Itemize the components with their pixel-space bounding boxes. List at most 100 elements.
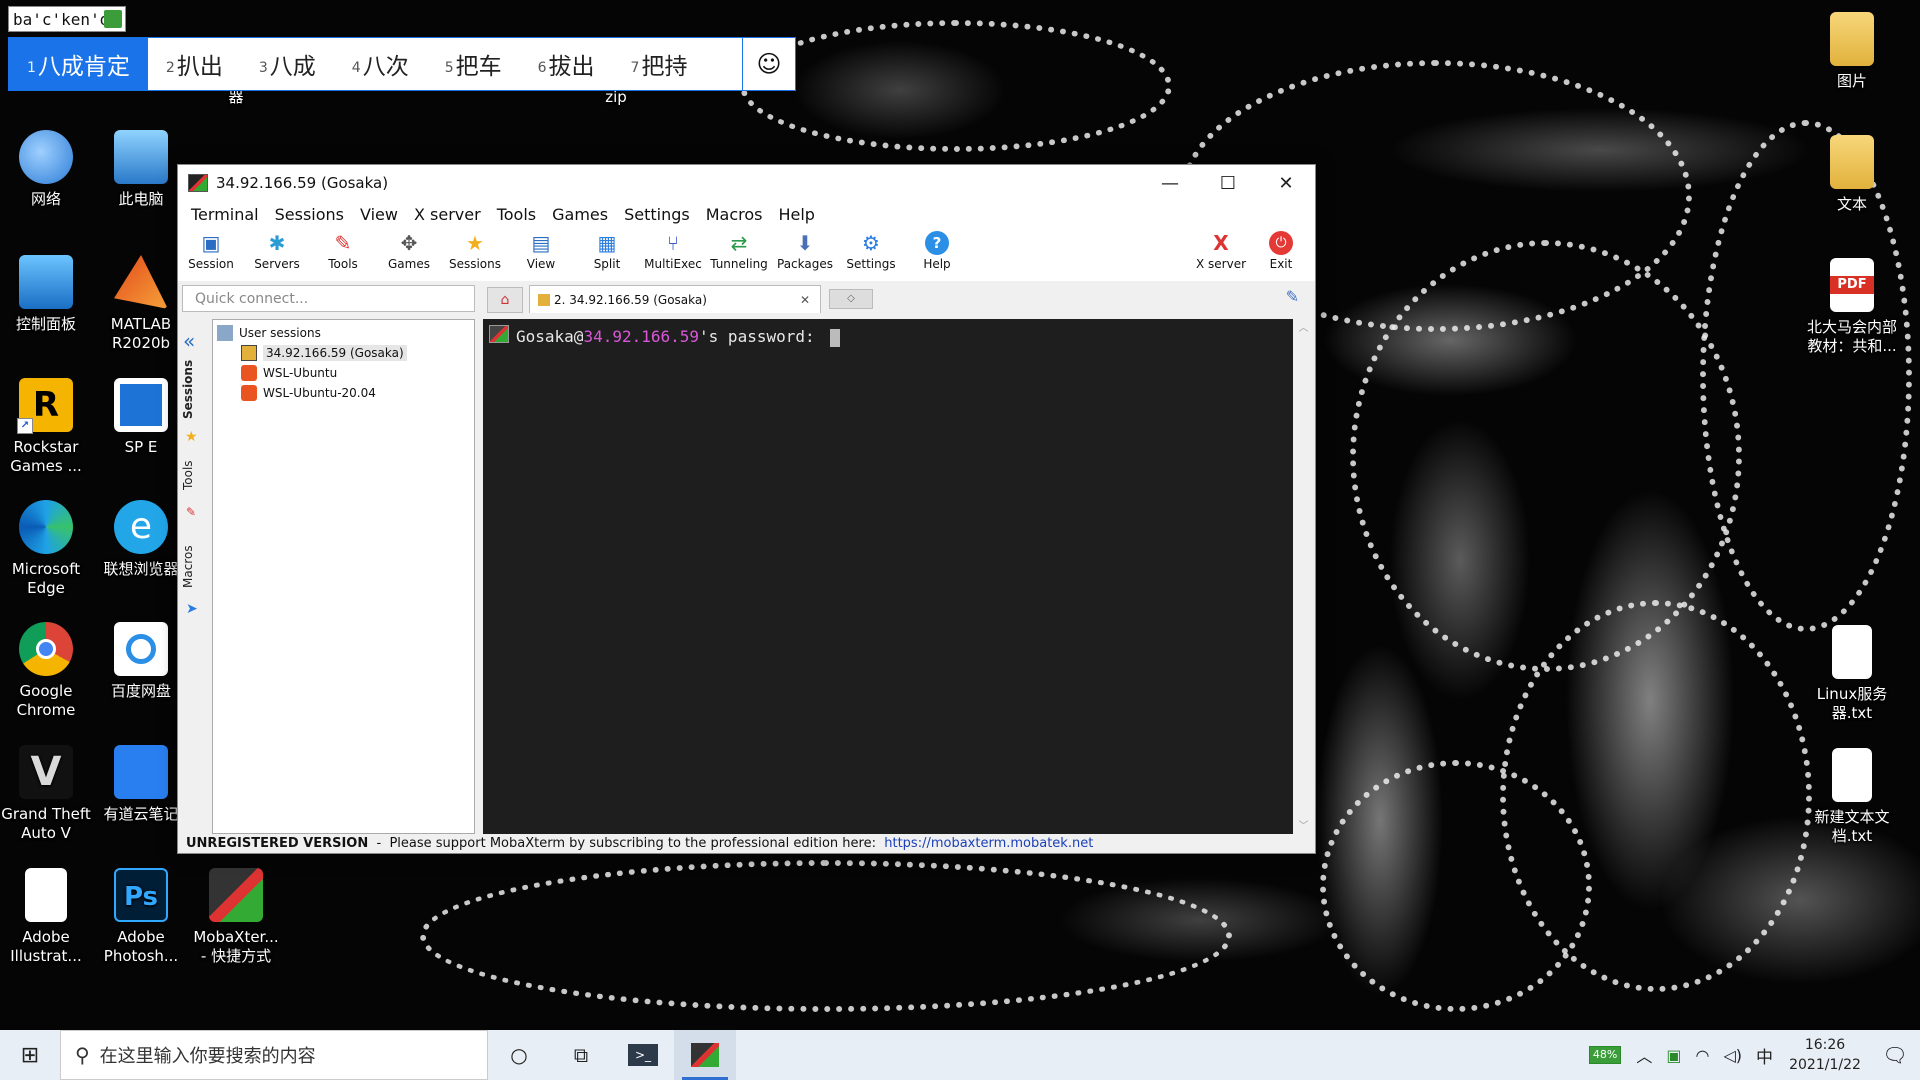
terminal-scrollbar[interactable]: ︿ ﹀ [1295,319,1312,834]
desktop-icon-gta5[interactable]: V Grand Theft Auto V [0,745,92,843]
toolbar-xserver-button[interactable]: X X server [1188,227,1254,271]
ime-indicator[interactable]: 中 [1756,1043,1773,1068]
desktop-icon-new-txt[interactable]: 新建文本文档.txt [1806,748,1898,846]
quick-connect-input[interactable]: Quick connect... [182,285,475,312]
emoji-icon[interactable]: ☺ [742,38,795,90]
menu-tools[interactable]: Tools [490,205,545,224]
battery-indicator[interactable]: 48% [1588,1046,1622,1064]
new-tab-button[interactable]: ◇ [829,289,873,309]
taskbar-mobaxterm-app[interactable] [674,1030,736,1080]
toolbar-split-button[interactable]: ▦ Split [574,227,640,271]
toolbar-servers-button[interactable]: ✱ Servers [244,227,310,271]
desktop-icon-matlab[interactable]: MATLAB R2020b [95,255,187,353]
desktop-icon-pictures[interactable]: 图片 [1806,12,1898,91]
ime-candidate[interactable]: 7 把持 [613,38,706,90]
app-tray-icon[interactable]: ▣ [1666,1046,1681,1065]
taskbar-search-box[interactable]: ⚲ 在这里输入你要搜索的内容 [60,1030,488,1080]
ime-candidate[interactable]: 1 八成肯定 [9,38,148,90]
toolbar-multiexec-button[interactable]: ⑂ MultiExec [640,227,706,271]
desktop-icon-baidu-netdisk[interactable]: 百度网盘 [95,622,187,701]
toolbar-label: Help [923,257,951,271]
toolbar-packages-button[interactable]: ⬇ Packages [772,227,838,271]
menu-terminal[interactable]: Terminal [184,205,268,224]
scroll-up-icon[interactable]: ︿ [1295,319,1312,334]
desktop-icon-this-pc[interactable]: 此电脑 [95,130,187,209]
title-bar[interactable]: 34.92.166.59 (Gosaka) — ☐ ✕ [178,165,1315,201]
desktop-icon-control-panel[interactable]: 控制面板 [0,255,92,334]
desktop-icon-spe[interactable]: SP E [95,378,187,457]
tree-session-item[interactable]: 34.92.166.59 (Gosaka) [241,342,407,364]
system-tray: 48% ︿ ▣ ◠ ◁) 中 16:26 2021/1/22 🗨 [1588,1030,1920,1080]
toolbar-tunneling-button[interactable]: ⇄ Tunneling [706,227,772,271]
ubuntu-session-icon [241,365,257,381]
side-tab-macros[interactable]: Macros [181,541,203,593]
desktop-icon-mobaxterm-shortcut[interactable]: MobaXter... - 快捷方式 [190,868,282,966]
ime-composition-input[interactable]: ba'c'ken'd [8,6,126,32]
home-tab[interactable]: ⌂ [487,287,523,313]
desktop-icon-text-folder[interactable]: 文本 [1806,135,1898,214]
volume-icon[interactable]: ◁) [1723,1046,1742,1065]
toolbar-view-button[interactable]: ▤ View [508,227,574,271]
session-tabs: ⌂ 2. 34.92.166.59 (Gosaka) ✕ ◇ ✎ [483,285,1313,313]
toolbar-tools-button[interactable]: ✎ Tools [310,227,376,271]
notifications-button[interactable]: 🗨 [1870,1043,1920,1067]
toolbar-games-button[interactable]: ✥ Games [376,227,442,271]
side-tab-tools[interactable]: Tools [181,453,203,497]
menu-games[interactable]: Games [545,205,617,224]
ime-candidate[interactable]: 2 扒出 [148,38,241,90]
desktop-icon-network[interactable]: 网络 [0,130,92,209]
menu-x-server[interactable]: X server [407,205,490,224]
ime-candidate[interactable]: 3 八成 [241,38,334,90]
paperclip-icon[interactable]: ✎ [1286,287,1299,306]
lenovo-browser-icon: e [114,500,168,554]
session-tab[interactable]: 2. 34.92.166.59 (Gosaka) ✕ [529,285,821,313]
maximize-button[interactable]: ☐ [1199,165,1257,201]
toolbar-settings-button[interactable]: ⚙ Settings [838,227,904,271]
menu-macros[interactable]: Macros [699,205,772,224]
collapse-sidebar-icon[interactable]: « [183,329,195,353]
desktop-icon-pdf[interactable]: PDF 北大马会内部教材：共和... [1806,258,1898,356]
toolbar-exit-button[interactable]: ⏻ Exit [1248,227,1314,271]
mobatek-link[interactable]: https://mobaxterm.mobatek.net [884,836,1093,851]
desktop-icon-rockstar[interactable]: R ↗ Rockstar Games ... [0,378,92,476]
scroll-down-icon[interactable]: ﹀ [1295,817,1312,832]
desktop-icon-illustrator[interactable]: Adobe Illustrat... [0,868,92,966]
terminal-area[interactable]: Gosaka@34.92.166.59's password: [483,319,1293,834]
desktop-icon-photoshop[interactable]: Ps Adobe Photosh... [95,868,187,966]
menu-settings[interactable]: Settings [617,205,699,224]
taskbar-terminal-app[interactable]: >_ [612,1030,674,1080]
toolbar-session-button[interactable]: ▣ Session [178,227,244,271]
toolbar-sessions-button[interactable]: ★ Sessions [442,227,508,271]
desktop-icon-edge[interactable]: Microsoft Edge [0,500,92,598]
toolbar-help-button[interactable]: ? Help [904,227,970,271]
wifi-icon[interactable]: ◠ [1695,1046,1709,1065]
close-tab-icon[interactable]: ✕ [800,293,810,307]
ime-candidate[interactable]: 4 八次 [334,38,427,90]
desktop-icon-label: 百度网盘 [110,682,171,700]
show-hidden-icons-icon[interactable]: ︿ [1636,1043,1652,1067]
desktop-icon-label: 有道云笔记 [103,805,179,823]
terminal-tab-icon [538,293,550,306]
menu-help[interactable]: Help [771,205,823,224]
tree-session-item[interactable]: WSL-Ubuntu-20.04 [241,382,376,404]
desktop-icon-chrome[interactable]: Google Chrome [0,622,92,720]
cortana-button[interactable]: ○ [488,1030,550,1080]
desktop-icon-linux-txt[interactable]: Linux服务器.txt [1806,625,1898,723]
desktop-icon-lenovo-browser[interactable]: e 联想浏览器 [95,500,187,579]
ime-candidate[interactable]: 5 把车 [427,38,520,90]
tunneling-icon: ⇄ [730,231,748,255]
clock[interactable]: 16:26 2021/1/22 [1780,1035,1870,1075]
side-tab-sessions[interactable]: Sessions [181,359,203,419]
desktop-icon-youdao-note[interactable]: 有道云笔记 [95,745,187,824]
menu-view[interactable]: View [353,205,407,224]
ime-candidate[interactable]: 6 拔出 [520,38,613,90]
tree-user-sessions[interactable]: User sessions [217,322,321,344]
blank-file-icon [25,868,67,922]
notification-icon: 🗨 [1882,1043,1908,1067]
start-button[interactable]: ⊞ [0,1030,60,1080]
minimize-button[interactable]: — [1141,165,1199,201]
task-view-button[interactable]: ⧉ [550,1030,612,1080]
close-button[interactable]: ✕ [1257,165,1315,201]
tree-session-item[interactable]: WSL-Ubuntu [241,362,337,384]
menu-sessions[interactable]: Sessions [268,205,353,224]
